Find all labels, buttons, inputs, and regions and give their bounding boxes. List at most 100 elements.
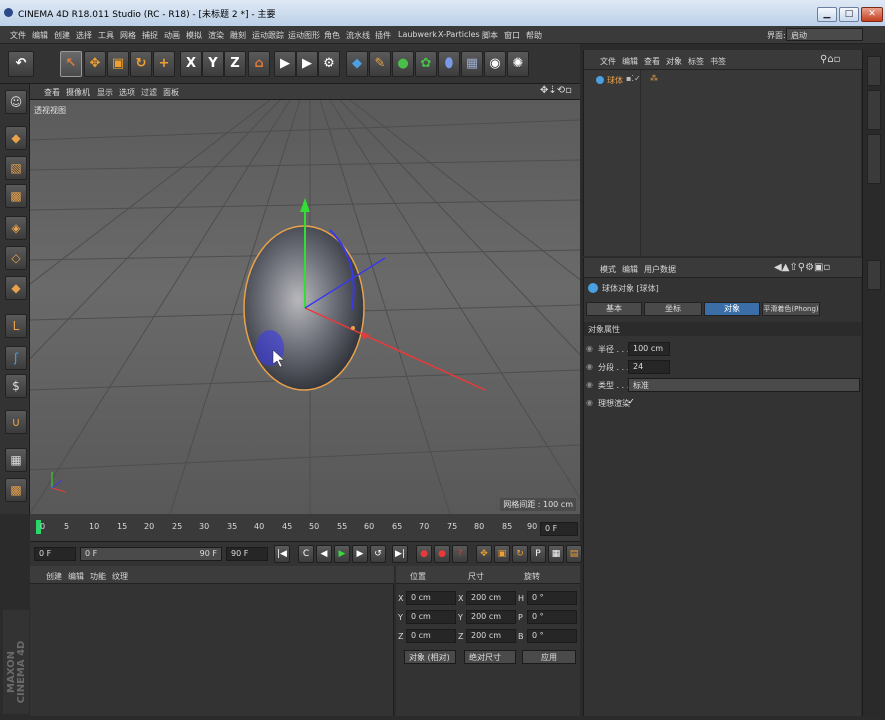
mat-menu-create[interactable]: 创建 xyxy=(46,571,62,582)
pen-icon[interactable]: ✎ xyxy=(369,51,391,77)
end-frame-field[interactable]: 90 F xyxy=(226,547,268,561)
autokey-icon[interactable]: ● xyxy=(434,545,450,563)
menu-simulate[interactable]: 模拟 xyxy=(186,30,202,41)
edges-mode-icon[interactable]: ◇ xyxy=(5,246,27,270)
menu-window[interactable]: 窗口 xyxy=(504,30,520,41)
radio-icon[interactable]: ◉ xyxy=(586,362,593,371)
deformer-icon[interactable]: ⬮ xyxy=(438,51,460,77)
render-perfect-checkbox[interactable]: ✓ xyxy=(628,397,635,406)
object-row-sphere[interactable]: 球体 ▪⁚✓ ⁂ xyxy=(584,74,862,87)
key-position-icon[interactable]: ✥ xyxy=(476,545,492,563)
key-param-icon[interactable]: P xyxy=(530,545,546,563)
menu-mesh[interactable]: 网格 xyxy=(120,30,136,41)
am-nav-icons[interactable]: ◀▲⇧⚲⚙▣▫ xyxy=(774,262,830,273)
om-search-icon[interactable]: ⚲⌂▫ xyxy=(820,54,840,65)
move-icon[interactable]: ✥ xyxy=(84,51,106,77)
om-menu-file[interactable]: 文件 xyxy=(600,56,616,67)
polygons-mode-icon[interactable]: ◆ xyxy=(5,276,27,300)
side-tab[interactable] xyxy=(867,56,881,86)
size-x-field[interactable]: 200 cm xyxy=(466,591,516,605)
menu-render[interactable]: 渲染 xyxy=(208,30,224,41)
key-pla-icon[interactable]: ▦ xyxy=(548,545,564,563)
apply-button[interactable]: 应用 xyxy=(522,650,576,664)
floor-icon[interactable]: ▦ xyxy=(461,51,483,77)
start-frame-field[interactable]: 0 F xyxy=(34,547,76,561)
next-frame-icon[interactable]: ▶ xyxy=(352,545,368,563)
add-icon[interactable]: + xyxy=(153,51,175,77)
tab-object[interactable]: 对象 xyxy=(704,302,760,316)
undo-icon[interactable]: ↶ xyxy=(8,51,34,77)
camera-icon[interactable]: ◉ xyxy=(484,51,506,77)
radio-icon[interactable]: ◉ xyxy=(586,344,593,353)
current-frame-field[interactable]: 0 F xyxy=(540,522,578,536)
close-button[interactable]: ✕ xyxy=(861,7,883,22)
snapping-icon[interactable]: $ xyxy=(5,374,27,398)
am-menu-userdata[interactable]: 用户数据 xyxy=(644,264,676,275)
axis-mode-icon[interactable]: L xyxy=(5,314,27,338)
phong-tag-icon[interactable]: ⁂ xyxy=(650,74,658,83)
texture-mode-icon[interactable]: ▧ xyxy=(5,156,27,180)
points-mode-icon[interactable]: ◈ xyxy=(5,216,27,240)
menu-character[interactable]: 角色 xyxy=(324,30,340,41)
om-menu-tags[interactable]: 标签 xyxy=(688,56,704,67)
rotation-h-field[interactable]: 0 ° xyxy=(527,591,577,605)
vp-navigation-icons[interactable]: ✥⇣⟲▫ xyxy=(540,85,572,96)
position-x-field[interactable]: 0 cm xyxy=(406,591,456,605)
vp-menu-filter[interactable]: 过滤 xyxy=(141,87,157,98)
menu-help[interactable]: 帮助 xyxy=(526,30,542,41)
play-icon[interactable]: ▶ xyxy=(334,545,350,563)
radio-icon[interactable]: ◉ xyxy=(586,380,593,389)
workplane-icon[interactable]: ▩ xyxy=(5,184,27,208)
timeline-window-icon[interactable]: ▤ xyxy=(566,545,582,563)
position-z-field[interactable]: 0 cm xyxy=(406,629,456,643)
size-mode-select[interactable]: 绝对尺寸 xyxy=(464,650,516,664)
planar-workplane-icon[interactable]: ▩ xyxy=(5,478,27,502)
menu-create[interactable]: 创建 xyxy=(54,30,70,41)
render-view-icon[interactable]: ▶ xyxy=(274,51,296,77)
record-icon[interactable]: ● xyxy=(416,545,432,563)
coord-system-icon[interactable]: ⌂ xyxy=(248,51,270,77)
scale-icon[interactable]: ▣ xyxy=(107,51,129,77)
cloner-icon[interactable]: ✿ xyxy=(415,51,437,77)
tab-coord[interactable]: 坐标 xyxy=(644,302,702,316)
side-tab[interactable] xyxy=(867,260,881,290)
vp-menu-options[interactable]: 选项 xyxy=(119,87,135,98)
am-menu-edit[interactable]: 编辑 xyxy=(622,264,638,275)
radius-field[interactable]: 100 cm xyxy=(628,342,670,356)
menu-select[interactable]: 选择 xyxy=(76,30,92,41)
menu-sculpt[interactable]: 雕刻 xyxy=(230,30,246,41)
menu-xparticles[interactable]: X-Particles xyxy=(438,30,480,39)
render-picture-viewer-icon[interactable]: ▶ xyxy=(296,51,318,77)
tab-phong[interactable]: 平滑着色(Phong) xyxy=(762,302,820,316)
x-axis-arrow-icon[interactable] xyxy=(362,332,370,340)
maximize-button[interactable]: □ xyxy=(839,7,859,22)
position-y-field[interactable]: 0 cm xyxy=(406,610,456,624)
frame-range-slider[interactable]: 0 F 90 F xyxy=(80,547,222,561)
om-menu-bookmarks[interactable]: 书签 xyxy=(710,56,726,67)
make-editable-icon[interactable]: ☺ xyxy=(5,90,27,114)
layout-select[interactable]: 启动 xyxy=(786,28,863,41)
menu-pipeline[interactable]: 流水线 xyxy=(346,30,370,41)
mat-menu-edit[interactable]: 编辑 xyxy=(68,571,84,582)
tab-basic[interactable]: 基本 xyxy=(586,302,642,316)
key-rotation-icon[interactable]: ↻ xyxy=(512,545,528,563)
axis-z-lock[interactable]: Z xyxy=(224,51,246,77)
menu-script[interactable]: 脚本 xyxy=(482,30,498,41)
menu-tools[interactable]: 工具 xyxy=(98,30,114,41)
render-settings-icon[interactable]: ⚙ xyxy=(318,51,340,77)
next-key-icon[interactable]: ↺ xyxy=(370,545,386,563)
vp-menu-display[interactable]: 显示 xyxy=(97,87,113,98)
rotate-icon[interactable]: ↻ xyxy=(130,51,152,77)
size-y-field[interactable]: 200 cm xyxy=(466,610,516,624)
segments-field[interactable]: 24 xyxy=(628,360,670,374)
om-menu-edit[interactable]: 编辑 xyxy=(622,56,638,67)
menu-plugins[interactable]: 插件 xyxy=(375,30,391,41)
om-menu-view[interactable]: 查看 xyxy=(644,56,660,67)
menu-motion-tracker[interactable]: 运动跟踪 xyxy=(252,30,284,41)
timeline-ruler[interactable]: 0 5 10 15 20 25 30 35 40 45 50 55 60 65 … xyxy=(30,514,580,542)
keyframe-selection-icon[interactable]: ? xyxy=(452,545,468,563)
perspective-viewport[interactable]: 透视视图 网格间距 : 100 cm xyxy=(30,100,580,514)
am-menu-mode[interactable]: 模式 xyxy=(600,264,616,275)
tweak-mode-icon[interactable]: ʃ xyxy=(5,346,27,370)
vp-menu-cameras[interactable]: 摄像机 xyxy=(66,87,90,98)
